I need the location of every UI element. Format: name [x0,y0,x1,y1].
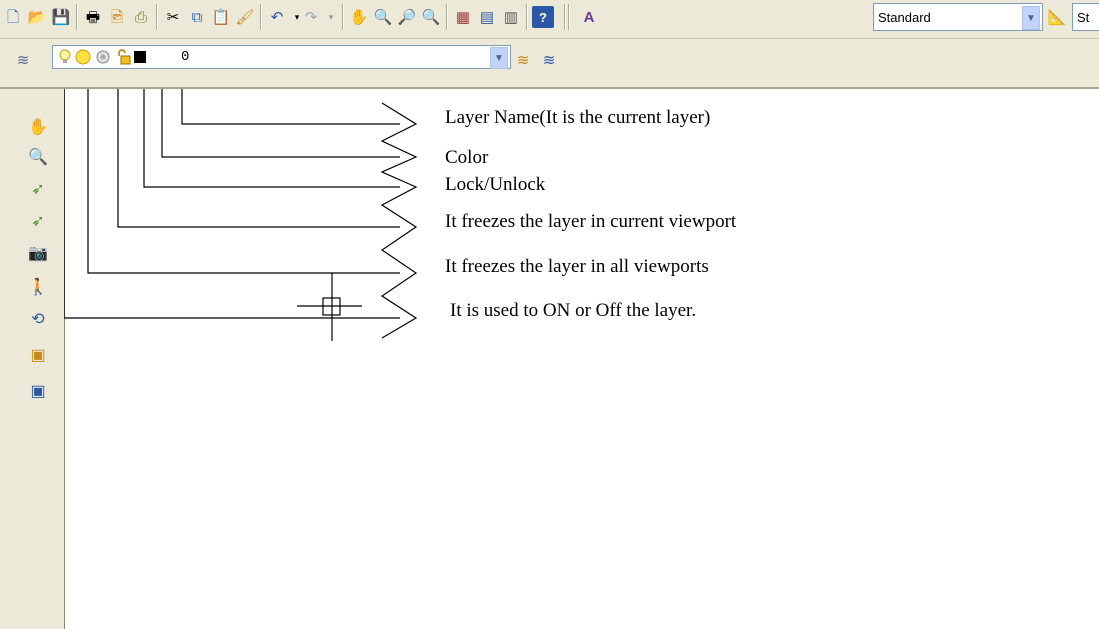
chevron-down-icon[interactable]: ▼ [1022,6,1040,30]
open-icon[interactable]: 📂 [26,6,48,28]
leader-freeze-all [87,89,400,274]
make-current-layer-icon[interactable]: ≋ [512,49,534,71]
separator [564,4,566,30]
layer-manager-icon[interactable]: ≋ [12,49,34,71]
save-icon[interactable]: 💾 [50,6,72,28]
separator [568,4,570,30]
zoom-realtime-icon[interactable]: 🔍 [372,6,394,28]
separator [260,4,262,30]
camera-icon[interactable]: 📷 [24,241,52,265]
viewport-freeze-icon[interactable] [95,49,111,65]
separator [342,4,344,30]
layer-control-select[interactable]: 0 ▼ [52,45,511,69]
unlocked-padlock-icon[interactable] [115,49,131,65]
pan-realtime-icon[interactable]: ✋ [348,6,370,28]
vertical-toolbar: ✋ 🔍 ➶ ➶ 📷 🚶 ⟲ ▣ ▣ [10,89,65,629]
redo-icon[interactable]: ↷ [300,6,322,28]
current-layer-name: 0 [181,49,190,65]
chevron-down-icon[interactable]: ▼ [490,47,508,69]
lightbulb-icon[interactable] [57,49,73,65]
color-swatch-icon[interactable] [133,50,147,64]
tool-palettes-icon[interactable]: ▥ [500,6,522,28]
dimension-style-icon[interactable]: 📐 [1046,6,1068,28]
clip-icon[interactable]: ▣ [24,379,52,403]
print-icon[interactable]: 🖶 [82,6,104,28]
new-icon[interactable]: 🗋 [2,6,24,28]
leader-color [161,89,400,158]
dimension-style-value: St [1077,9,1090,25]
orbit-icon[interactable]: ➶ [24,177,52,201]
annotation-on-off: It is used to ON or Off the layer. [450,300,697,321]
zoom-previous-icon[interactable]: 🔍 [420,6,442,28]
pan-icon[interactable]: ✋ [24,115,52,139]
paste-icon[interactable]: 📋 [210,6,232,28]
free-orbit-icon[interactable]: ➶ [24,209,52,233]
properties-icon[interactable]: ▦ [452,6,474,28]
standard-toolbar: 🗋 📂 💾 🖶 🖻 ⎙ ✂ ⧉ 📋 🖌 ↶ ▾ ↷ ▾ ✋ 🔍 🔎 🔍 ▦ ▤ … [0,0,1099,39]
annotation-freeze-all: It freezes the layer in all viewports [445,256,709,277]
help-icon[interactable]: ? [532,6,554,28]
match-properties-icon[interactable]: 🖌 [234,6,256,28]
separator [446,4,448,30]
design-center-icon[interactable]: ▤ [476,6,498,28]
redo-dropdown-icon[interactable]: ▾ [320,6,342,28]
publish-icon[interactable]: ⎙ [130,6,152,28]
cut-icon[interactable]: ✂ [162,6,184,28]
zoom-realtime-icon[interactable]: 🔍 [24,145,52,169]
walk-icon[interactable]: 🚶 [24,275,52,299]
text-style-icon[interactable]: A [578,6,600,28]
zoom-window-icon[interactable]: 🔎 [396,6,418,28]
leader-freeze-current [117,89,400,228]
text-style-value: Standard [878,9,931,25]
sun-icon[interactable] [75,49,91,65]
text-style-select[interactable]: Standard ▼ [873,3,1043,31]
layers-toolbar: ≋ 0 ▼ ≋ ≋ [0,39,1099,89]
annotation-freeze-current: It freezes the layer in current viewport [445,211,737,232]
leader-on-off [64,89,400,319]
plot-preview-icon[interactable]: 🖻 [106,6,128,28]
layer-previous-icon[interactable]: ≋ [538,49,560,71]
adjust-distance-icon[interactable]: ▣ [24,343,52,367]
dimension-style-select[interactable]: St [1072,3,1099,31]
drawing-canvas[interactable] [64,89,1099,629]
left-edge-strip [0,89,10,629]
leader-layer-name [181,89,400,125]
swivel-icon[interactable]: ⟲ [24,307,52,331]
separator [156,4,158,30]
crosshair-cursor [297,273,362,341]
separator [76,4,78,30]
annotation-color: Color [445,147,489,168]
annotation-lock: Lock/Unlock [445,174,546,195]
copy-icon[interactable]: ⧉ [186,6,208,28]
separator [526,4,528,30]
annotation-layer-name: Layer Name(It is the current layer) [445,107,711,128]
undo-icon[interactable]: ↶ [266,6,288,28]
arrow-zigzag [380,102,418,339]
